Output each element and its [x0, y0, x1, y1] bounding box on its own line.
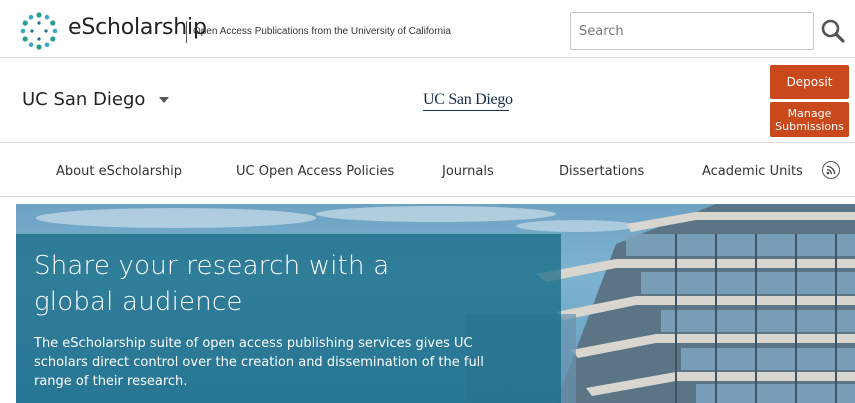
site-tagline: Open Access Publications from the Univer…	[193, 26, 451, 37]
logo-divider	[186, 21, 187, 43]
campus-name: UC San Diego	[22, 89, 146, 110]
search-input[interactable]	[570, 12, 814, 50]
deposit-button[interactable]: Deposit	[770, 65, 849, 99]
nav-item-dissertations[interactable]: Dissertations	[559, 164, 644, 179]
nav-item-oa-policies[interactable]: UC Open Access Policies	[236, 164, 394, 179]
chevron-down-icon	[159, 96, 170, 103]
hero-description: The eScholarship suite of open access pu…	[34, 336, 484, 389]
campus-logo-underline	[423, 110, 509, 111]
campus-selector[interactable]: UC San Diego	[22, 89, 170, 110]
escholarship-logo-icon[interactable]	[20, 12, 58, 50]
search-button[interactable]	[816, 12, 850, 50]
nav-item-journals[interactable]: Journals	[442, 164, 494, 179]
rss-icon[interactable]	[822, 161, 840, 179]
hero-banner: Share your research with a global audien…	[16, 204, 855, 403]
hero-title: Share your research with a global audien…	[34, 251, 390, 317]
nav-item-about[interactable]: About eScholarship	[56, 164, 182, 179]
main-nav: About eScholarship UC Open Access Polici…	[0, 143, 855, 197]
search-icon	[821, 19, 845, 43]
site-header: eScholarship Open Access Publications fr…	[0, 0, 855, 58]
manage-submissions-button[interactable]: Manage Submissions	[770, 102, 849, 137]
campus-logo[interactable]: UC San Diego	[423, 91, 513, 109]
campus-bar: UC San Diego UC San Diego Deposit Manage…	[0, 58, 855, 143]
rss-glyph	[826, 165, 836, 175]
nav-item-academic-units[interactable]: Academic Units	[702, 164, 803, 179]
